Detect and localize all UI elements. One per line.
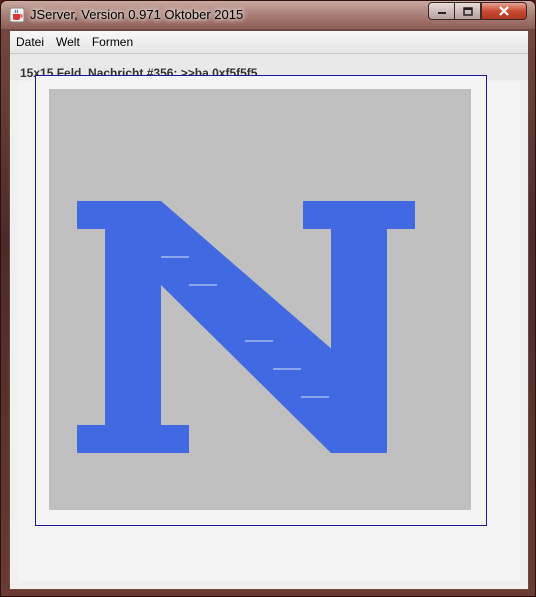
minimize-button[interactable] [428,2,455,20]
letter-n-shape [77,201,415,453]
window-title: JServer, Version 0.971 Oktober 2015 [30,7,244,22]
menu-formen[interactable]: Formen [86,35,139,49]
close-button[interactable] [481,2,527,20]
maximize-button[interactable] [454,2,481,20]
menu-datei[interactable]: Datei [10,35,50,49]
title-bar[interactable]: JServer, Version 0.971 Oktober 2015 [1,1,535,29]
maximize-icon [462,6,473,16]
minimize-icon [437,12,446,14]
close-icon [499,6,509,16]
java-cup-icon[interactable] [9,7,25,23]
game-board[interactable] [49,89,471,510]
board-frame [35,75,487,526]
application-window: JServer, Version 0.971 Oktober 2015 Date… [0,0,536,597]
menu-welt[interactable]: Welt [50,35,86,49]
menu-bar: Datei Welt Formen [10,31,528,54]
